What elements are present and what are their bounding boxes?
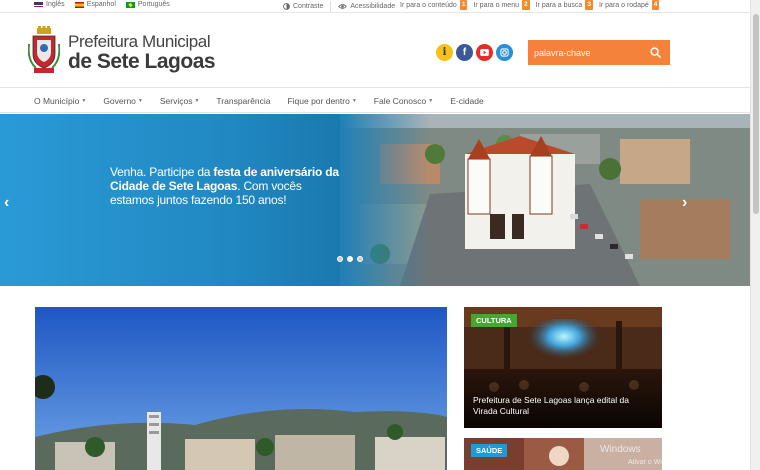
hero-slider: Venha. Participe da festa de aniversário… <box>0 114 750 286</box>
info-icon[interactable]: i <box>436 44 453 61</box>
city-crest-icon[interactable] <box>28 26 60 76</box>
category-tag[interactable]: SAÚDE <box>471 444 508 457</box>
category-tag[interactable]: CULTURA <box>471 314 517 327</box>
page: Inglês Espanhol Português Contraste Aces… <box>0 0 760 470</box>
os-activation-watermark-sub: Ativar o Windows <box>628 459 683 466</box>
caret-down-icon: ▼ <box>428 98 434 104</box>
skip-to-footer-link[interactable]: Ir para o rodapé 4 <box>598 0 660 10</box>
language-spanish-label: Espanhol <box>86 1 116 8</box>
news-card[interactable]: CULTURA Prefeitura de Sete Lagoas lança … <box>464 307 662 428</box>
language-portuguese[interactable]: Português <box>125 1 170 8</box>
facebook-icon[interactable]: f <box>456 44 473 61</box>
news-title[interactable]: Prefeitura de Sete Lagoas lança edital d… <box>473 395 648 417</box>
accessibility-options: Contraste Acessibilidade <box>276 1 402 12</box>
slider-dot-active[interactable] <box>347 256 353 262</box>
slide-caption[interactable]: Venha. Participe da festa de aniversário… <box>110 165 340 207</box>
skip-links: Ir para o conteúdo 1 Ir para o menu 2 Ir… <box>400 0 660 10</box>
skip-link-label: Ir para o rodapé <box>598 1 649 9</box>
scrollbar-thumb[interactable] <box>753 14 759 214</box>
brand-line-2[interactable]: de Sete Lagoas <box>68 50 216 74</box>
language-english-label: Inglês <box>46 1 65 8</box>
accessibility-button[interactable]: Acessibilidade <box>331 1 402 12</box>
us-flag-icon <box>34 1 43 8</box>
slide-caption-part1: Venha. Participe da <box>110 165 214 179</box>
skip-link-label: Ir para o conteúdo <box>400 1 457 9</box>
nav-item-municipio[interactable]: O Município ▼ <box>34 96 86 106</box>
nav-item-fale-conosco[interactable]: Fale Conosco ▼ <box>374 96 433 106</box>
es-flag-icon <box>74 1 84 8</box>
accessibility-bar: Inglês Espanhol Português Contraste Aces… <box>0 0 750 13</box>
language-english[interactable]: Inglês <box>34 1 65 8</box>
page-scrollbar[interactable] <box>750 0 760 470</box>
nav-item-label: Transparência <box>216 96 271 106</box>
caret-down-icon: ▼ <box>81 98 87 104</box>
slider-dot[interactable] <box>357 256 363 262</box>
os-activation-watermark: Windows <box>600 444 641 455</box>
language-portuguese-label: Português <box>137 1 170 8</box>
main-nav: O Município ▼ Governo ▼ Serviços ▼ Transpar… <box>0 89 750 113</box>
city-skyline-photo[interactable] <box>35 307 447 470</box>
slider-pagination <box>337 256 363 262</box>
search-icon <box>649 47 661 58</box>
nav-item-label: Serviços <box>159 96 193 106</box>
contrast-label: Contraste <box>293 3 324 10</box>
accessibility-label: Acessibilidade <box>350 3 396 10</box>
shortcut-key-badge: 2 <box>521 0 530 10</box>
nav-item-servicos[interactable]: Serviços ▼ <box>160 96 200 106</box>
skip-link-label: Ir para o menu <box>473 1 519 9</box>
search-input[interactable] <box>528 47 643 58</box>
nav-item-e-cidade[interactable]: E-cidade <box>450 96 484 106</box>
skip-to-search-link[interactable]: Ir para a busca 3 <box>536 0 593 10</box>
slider-next-arrow-icon[interactable]: › <box>682 194 687 212</box>
caret-down-icon: ▼ <box>351 98 357 104</box>
site-header: Prefeitura Municipal de Sete Lagoas i f <box>0 14 750 88</box>
nav-item-transparencia[interactable]: Transparência <box>216 96 270 106</box>
language-selector: Inglês Espanhol Português <box>34 1 170 8</box>
contrast-button[interactable]: Contraste <box>276 1 332 12</box>
search-box <box>528 40 670 65</box>
nav-item-label: Fale Conosco <box>373 96 427 106</box>
eye-icon <box>338 4 348 9</box>
aerial-church-photo[interactable] <box>340 114 750 286</box>
youtube-icon[interactable] <box>476 44 493 61</box>
caret-down-icon: ▼ <box>194 98 200 104</box>
language-spanish[interactable]: Espanhol <box>74 1 116 8</box>
shortcut-key-badge: 3 <box>585 0 593 10</box>
social-links: i f <box>436 44 513 61</box>
slider-dot[interactable] <box>337 256 343 262</box>
shortcut-key-badge: 4 <box>651 0 660 10</box>
contrast-icon <box>283 3 290 10</box>
nav-item-label: Fique por dentro <box>287 96 350 106</box>
shortcut-key-badge: 1 <box>459 0 468 10</box>
br-flag-icon <box>125 1 135 8</box>
nav-item-label: E-cidade <box>450 96 484 106</box>
skip-to-content-link[interactable]: Ir para o conteúdo 1 <box>400 0 468 10</box>
slider-prev-arrow-icon[interactable]: ‹ <box>4 194 9 212</box>
caret-down-icon: ▼ <box>137 98 143 104</box>
nav-item-label: Governo <box>103 96 136 106</box>
skip-link-label: Ir para a busca <box>535 1 583 9</box>
skip-to-menu-link[interactable]: Ir para o menu 2 <box>473 0 530 10</box>
brand-line-1[interactable]: Prefeitura Municipal <box>68 32 211 52</box>
instagram-icon[interactable] <box>496 44 513 61</box>
nav-item-fique-por-dentro[interactable]: Fique por dentro ▼ <box>287 96 356 106</box>
nav-item-governo[interactable]: Governo ▼ <box>103 96 143 106</box>
nav-item-label: O Município <box>34 96 80 106</box>
search-button[interactable] <box>643 40 667 65</box>
